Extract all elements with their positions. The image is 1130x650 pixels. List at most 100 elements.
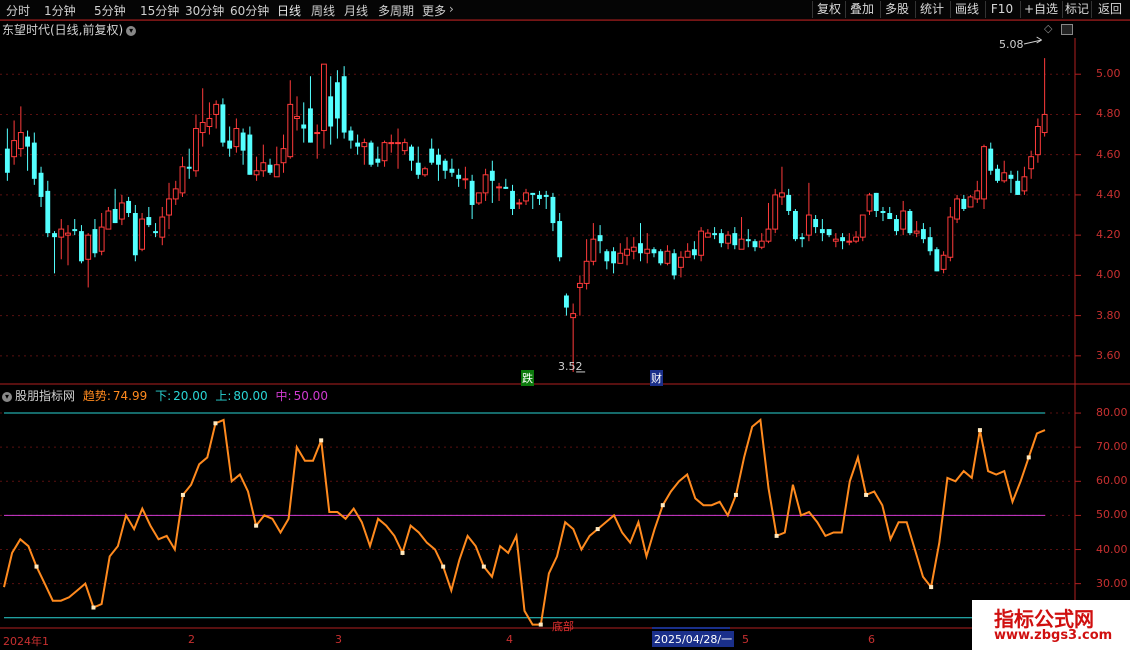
trend-marker bbox=[34, 564, 39, 569]
indicator-tick-label: 30.00 bbox=[1096, 576, 1128, 590]
up-label: 上: bbox=[215, 389, 232, 403]
candle-body-down bbox=[132, 213, 138, 256]
candle-body-down bbox=[611, 251, 616, 264]
candle-body-down bbox=[220, 104, 226, 143]
candle-body-down bbox=[442, 160, 448, 171]
candle-body-up bbox=[900, 210, 907, 230]
tab-60min[interactable]: 60分钟 bbox=[230, 2, 269, 19]
candle-body-up bbox=[805, 214, 812, 236]
candle-body-down bbox=[52, 233, 57, 238]
candle-body-up bbox=[617, 252, 624, 264]
diamond-icon[interactable]: ◇ bbox=[1044, 22, 1052, 35]
candle-body-down bbox=[1008, 174, 1014, 179]
high-arrow bbox=[1023, 39, 1042, 45]
add-watchlist-button[interactable]: +自选 bbox=[1020, 1, 1061, 18]
candle-body-down bbox=[429, 148, 435, 163]
candle-body-down bbox=[671, 253, 677, 276]
candle-body-up bbox=[779, 192, 785, 198]
candle-body-up bbox=[253, 170, 260, 176]
chevron-down-icon[interactable]: ▾ bbox=[126, 25, 137, 36]
trend-marker bbox=[213, 421, 218, 426]
trend-marker bbox=[441, 564, 446, 569]
fuquan-button[interactable]: 复权 bbox=[812, 1, 845, 18]
candle-body-up bbox=[981, 146, 987, 200]
candle-body-down bbox=[799, 237, 805, 240]
indicator-tick-label: 40.00 bbox=[1096, 542, 1128, 556]
candle-body-down bbox=[604, 251, 610, 262]
high-arrowhead bbox=[1036, 36, 1042, 44]
chevron-down-icon[interactable]: ▾ bbox=[2, 391, 12, 402]
candle-body-down bbox=[537, 194, 542, 199]
trend-marker bbox=[319, 438, 324, 443]
draw-line-button[interactable]: 画线 bbox=[950, 1, 983, 18]
candle-body-up bbox=[576, 282, 583, 288]
candle-body-up bbox=[913, 230, 920, 234]
candle-body-up bbox=[98, 226, 105, 252]
statistics-button[interactable]: 统计 bbox=[915, 1, 948, 18]
tab-30min[interactable]: 30分钟 bbox=[185, 2, 224, 19]
candle-body-up bbox=[758, 240, 765, 248]
candle-body-up bbox=[321, 63, 327, 132]
candle-body-up bbox=[105, 210, 112, 230]
candle-body-up bbox=[583, 260, 590, 284]
price-tick-label: 4.40 bbox=[1096, 187, 1121, 201]
candle-body-up bbox=[273, 164, 280, 178]
candle-body-up bbox=[954, 198, 960, 220]
tab-weekly[interactable]: 周线 bbox=[311, 2, 335, 19]
candle-body-up bbox=[967, 196, 974, 208]
candle-body-down bbox=[240, 132, 246, 151]
candle-body-down bbox=[31, 142, 37, 179]
candle-body-down bbox=[894, 219, 899, 232]
candle-body-up bbox=[1028, 156, 1035, 170]
candle-body-up bbox=[698, 230, 705, 256]
price-tick-label: 3.80 bbox=[1096, 308, 1121, 322]
candle-body-up bbox=[294, 115, 300, 119]
trend-marker bbox=[977, 428, 982, 433]
tab-daily[interactable]: 日线 bbox=[277, 2, 301, 19]
tab-5min[interactable]: 5分钟 bbox=[94, 2, 126, 19]
tab-1min[interactable]: 1分钟 bbox=[44, 2, 76, 19]
candle-body-down bbox=[792, 211, 798, 240]
candle-body-down bbox=[409, 146, 414, 161]
f10-button[interactable]: F10 bbox=[985, 1, 1018, 18]
x-label-jan: 2024年1 bbox=[3, 635, 49, 648]
candle-body-down bbox=[550, 196, 556, 224]
x-label-feb: 2 bbox=[188, 633, 195, 646]
candle-body-down bbox=[469, 180, 475, 205]
tab-monthly[interactable]: 月线 bbox=[344, 2, 368, 19]
overlay-button[interactable]: 叠加 bbox=[845, 1, 878, 18]
mark-button[interactable]: 标记 bbox=[1062, 1, 1091, 18]
candle-body-up bbox=[523, 192, 529, 202]
candle-body-down bbox=[375, 158, 381, 163]
candle-body-up bbox=[947, 216, 954, 258]
candle-body-down bbox=[557, 221, 563, 258]
trend-marker bbox=[400, 550, 405, 555]
multi-stock-button[interactable]: 多股 bbox=[880, 1, 913, 18]
tab-more[interactable]: 更多 bbox=[422, 2, 446, 19]
candle-body-up bbox=[199, 121, 206, 134]
tab-15min[interactable]: 15分钟 bbox=[140, 2, 179, 19]
panel-toggle-icon[interactable] bbox=[1061, 24, 1073, 35]
x-label-jun: 6 bbox=[868, 633, 875, 646]
chevron-right-icon[interactable]: › bbox=[449, 2, 454, 16]
candle-body-up bbox=[853, 236, 859, 242]
candle-body-down bbox=[1015, 180, 1021, 195]
candle-body-up bbox=[139, 218, 146, 250]
trend-marker bbox=[929, 585, 934, 590]
tab-multi-period[interactable]: 多周期 bbox=[378, 2, 414, 19]
tab-fenshi[interactable]: 分时 bbox=[6, 2, 30, 19]
trend-marker bbox=[91, 605, 96, 610]
back-button[interactable]: 返回 bbox=[1091, 1, 1128, 18]
candle-body-down bbox=[301, 124, 307, 129]
indicator-tick-label: 80.00 bbox=[1096, 406, 1128, 420]
candle-body-up bbox=[590, 238, 597, 262]
trend-marker bbox=[660, 503, 665, 508]
candle-body-down bbox=[819, 229, 825, 234]
candle-body-up bbox=[193, 128, 199, 172]
candle-body-down bbox=[348, 130, 354, 141]
candle-body-down bbox=[873, 192, 879, 211]
candle-body-up bbox=[213, 103, 220, 115]
kline-chart[interactable] bbox=[0, 0, 1130, 650]
candle-body-up bbox=[280, 148, 287, 164]
high-price-label: 5.08 bbox=[999, 38, 1024, 51]
